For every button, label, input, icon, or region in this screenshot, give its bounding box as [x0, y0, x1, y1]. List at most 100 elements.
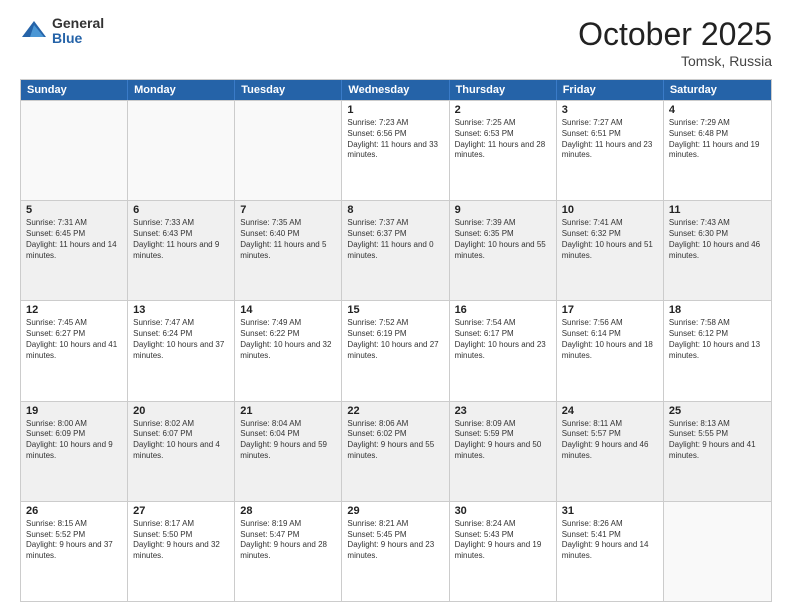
calendar-body: 1 Sunrise: 7:23 AM Sunset: 6:56 PM Daylig…: [21, 100, 771, 601]
cell-info: Sunrise: 7:33 AM Sunset: 6:43 PM Dayligh…: [133, 218, 229, 261]
calendar-cell: 6 Sunrise: 7:33 AM Sunset: 6:43 PM Daylig…: [128, 201, 235, 300]
calendar-cell: 7 Sunrise: 7:35 AM Sunset: 6:40 PM Daylig…: [235, 201, 342, 300]
cell-info: Sunrise: 7:47 AM Sunset: 6:24 PM Dayligh…: [133, 318, 229, 361]
calendar-cell: 23 Sunrise: 8:09 AM Sunset: 5:59 PM Dayli…: [450, 402, 557, 501]
day-number: 20: [133, 405, 229, 417]
cell-info: Sunrise: 8:02 AM Sunset: 6:07 PM Dayligh…: [133, 419, 229, 462]
calendar: SundayMondayTuesdayWednesdayThursdayFrid…: [20, 79, 772, 602]
calendar-header: SundayMondayTuesdayWednesdayThursdayFrid…: [21, 80, 771, 100]
cell-info: Sunrise: 8:13 AM Sunset: 5:55 PM Dayligh…: [669, 419, 766, 462]
day-number: 21: [240, 405, 336, 417]
day-number: 22: [347, 405, 443, 417]
cell-info: Sunrise: 7:25 AM Sunset: 6:53 PM Dayligh…: [455, 118, 551, 161]
calendar-cell: [21, 101, 128, 200]
title-block: October 2025 Tomsk, Russia: [578, 16, 772, 69]
cell-info: Sunrise: 7:41 AM Sunset: 6:32 PM Dayligh…: [562, 218, 658, 261]
cell-info: Sunrise: 7:45 AM Sunset: 6:27 PM Dayligh…: [26, 318, 122, 361]
calendar-cell: 1 Sunrise: 7:23 AM Sunset: 6:56 PM Daylig…: [342, 101, 449, 200]
day-number: 16: [455, 304, 551, 316]
day-number: 4: [669, 104, 766, 116]
cell-info: Sunrise: 7:43 AM Sunset: 6:30 PM Dayligh…: [669, 218, 766, 261]
calendar-cell: [128, 101, 235, 200]
day-number: 26: [26, 505, 122, 517]
calendar-cell: 5 Sunrise: 7:31 AM Sunset: 6:45 PM Daylig…: [21, 201, 128, 300]
day-number: 23: [455, 405, 551, 417]
calendar-cell: [664, 502, 771, 601]
day-number: 29: [347, 505, 443, 517]
month-title: October 2025: [578, 16, 772, 53]
cell-info: Sunrise: 7:52 AM Sunset: 6:19 PM Dayligh…: [347, 318, 443, 361]
cell-info: Sunrise: 7:35 AM Sunset: 6:40 PM Dayligh…: [240, 218, 336, 261]
calendar-cell: 14 Sunrise: 7:49 AM Sunset: 6:22 PM Dayli…: [235, 301, 342, 400]
cell-info: Sunrise: 8:19 AM Sunset: 5:47 PM Dayligh…: [240, 519, 336, 562]
day-number: 3: [562, 104, 658, 116]
calendar-cell: 22Sunrise: 8:06 AM Sunset: 6:02 PM Dayli…: [342, 402, 449, 501]
cell-info: Sunrise: 7:56 AM Sunset: 6:14 PM Dayligh…: [562, 318, 658, 361]
calendar-cell: 2 Sunrise: 7:25 AM Sunset: 6:53 PM Daylig…: [450, 101, 557, 200]
cell-info: Sunrise: 8:24 AM Sunset: 5:43 PM Dayligh…: [455, 519, 551, 562]
day-number: 15: [347, 304, 443, 316]
calendar-cell: 10 Sunrise: 7:41 AM Sunset: 6:32 PM Dayli…: [557, 201, 664, 300]
calendar-cell: 29Sunrise: 8:21 AM Sunset: 5:45 PM Dayli…: [342, 502, 449, 601]
cell-info: Sunrise: 8:00 AM Sunset: 6:09 PM Dayligh…: [26, 419, 122, 462]
day-number: 14: [240, 304, 336, 316]
day-number: 9: [455, 204, 551, 216]
calendar-cell: 3 Sunrise: 7:27 AM Sunset: 6:51 PM Daylig…: [557, 101, 664, 200]
calendar-cell: 18 Sunrise: 7:58 AM Sunset: 6:12 PM Dayli…: [664, 301, 771, 400]
calendar-cell: 26 Sunrise: 8:15 AM Sunset: 5:52 PM Dayli…: [21, 502, 128, 601]
day-number: 6: [133, 204, 229, 216]
day-number: 18: [669, 304, 766, 316]
cell-info: Sunrise: 7:27 AM Sunset: 6:51 PM Dayligh…: [562, 118, 658, 161]
cell-info: Sunrise: 8:17 AM Sunset: 5:50 PM Dayligh…: [133, 519, 229, 562]
location: Tomsk, Russia: [578, 53, 772, 69]
cell-info: Sunrise: 8:11 AM Sunset: 5:57 PM Dayligh…: [562, 419, 658, 462]
day-number: 17: [562, 304, 658, 316]
logo-icon: [20, 17, 48, 45]
day-number: 10: [562, 204, 658, 216]
calendar-cell: 16 Sunrise: 7:54 AM Sunset: 6:17 PM Dayli…: [450, 301, 557, 400]
calendar-cell: 31 Sunrise: 8:26 AM Sunset: 5:41 PM Dayli…: [557, 502, 664, 601]
cell-info: Sunrise: 8:09 AM Sunset: 5:59 PM Dayligh…: [455, 419, 551, 462]
calendar-cell: 24Sunrise: 8:11 AM Sunset: 5:57 PM Dayli…: [557, 402, 664, 501]
cell-info: Sunrise: 7:23 AM Sunset: 6:56 PM Dayligh…: [347, 118, 443, 161]
cell-info: Sunrise: 7:54 AM Sunset: 6:17 PM Dayligh…: [455, 318, 551, 361]
calendar-cell: 28Sunrise: 8:19 AM Sunset: 5:47 PM Dayli…: [235, 502, 342, 601]
calendar-cell: 27 Sunrise: 8:17 AM Sunset: 5:50 PM Dayli…: [128, 502, 235, 601]
day-number: 8: [347, 204, 443, 216]
cell-info: Sunrise: 7:49 AM Sunset: 6:22 PM Dayligh…: [240, 318, 336, 361]
calendar-cell: 15 Sunrise: 7:52 AM Sunset: 6:19 PM Dayli…: [342, 301, 449, 400]
calendar-cell: 12 Sunrise: 7:45 AM Sunset: 6:27 PM Dayli…: [21, 301, 128, 400]
day-number: 12: [26, 304, 122, 316]
calendar-cell: 13 Sunrise: 7:47 AM Sunset: 6:24 PM Dayli…: [128, 301, 235, 400]
calendar-cell: 4Sunrise: 7:29 AM Sunset: 6:48 PM Daylig…: [664, 101, 771, 200]
day-number: 30: [455, 505, 551, 517]
day-number: 2: [455, 104, 551, 116]
day-number: 27: [133, 505, 229, 517]
cell-info: Sunrise: 7:31 AM Sunset: 6:45 PM Dayligh…: [26, 218, 122, 261]
logo-general: General: [52, 16, 104, 31]
day-number: 19: [26, 405, 122, 417]
weekday-header: Wednesday: [342, 80, 449, 100]
logo-blue: Blue: [52, 31, 104, 46]
cell-info: Sunrise: 7:58 AM Sunset: 6:12 PM Dayligh…: [669, 318, 766, 361]
day-number: 5: [26, 204, 122, 216]
weekday-header: Friday: [557, 80, 664, 100]
cell-info: Sunrise: 8:26 AM Sunset: 5:41 PM Dayligh…: [562, 519, 658, 562]
page: General Blue October 2025 Tomsk, Russia …: [0, 0, 792, 612]
weekday-header: Sunday: [21, 80, 128, 100]
day-number: 31: [562, 505, 658, 517]
calendar-cell: 17 Sunrise: 7:56 AM Sunset: 6:14 PM Dayli…: [557, 301, 664, 400]
logo: General Blue: [20, 16, 104, 47]
weekday-header: Saturday: [664, 80, 771, 100]
day-number: 13: [133, 304, 229, 316]
day-number: 25: [669, 405, 766, 417]
weekday-header: Monday: [128, 80, 235, 100]
calendar-cell: 30 Sunrise: 8:24 AM Sunset: 5:43 PM Dayli…: [450, 502, 557, 601]
calendar-cell: 25 Sunrise: 8:13 AM Sunset: 5:55 PM Dayli…: [664, 402, 771, 501]
calendar-row: 1 Sunrise: 7:23 AM Sunset: 6:56 PM Daylig…: [21, 100, 771, 200]
day-number: 7: [240, 204, 336, 216]
day-number: 1: [347, 104, 443, 116]
calendar-row: 5 Sunrise: 7:31 AM Sunset: 6:45 PM Daylig…: [21, 200, 771, 300]
calendar-row: 26 Sunrise: 8:15 AM Sunset: 5:52 PM Dayli…: [21, 501, 771, 601]
cell-info: Sunrise: 8:15 AM Sunset: 5:52 PM Dayligh…: [26, 519, 122, 562]
